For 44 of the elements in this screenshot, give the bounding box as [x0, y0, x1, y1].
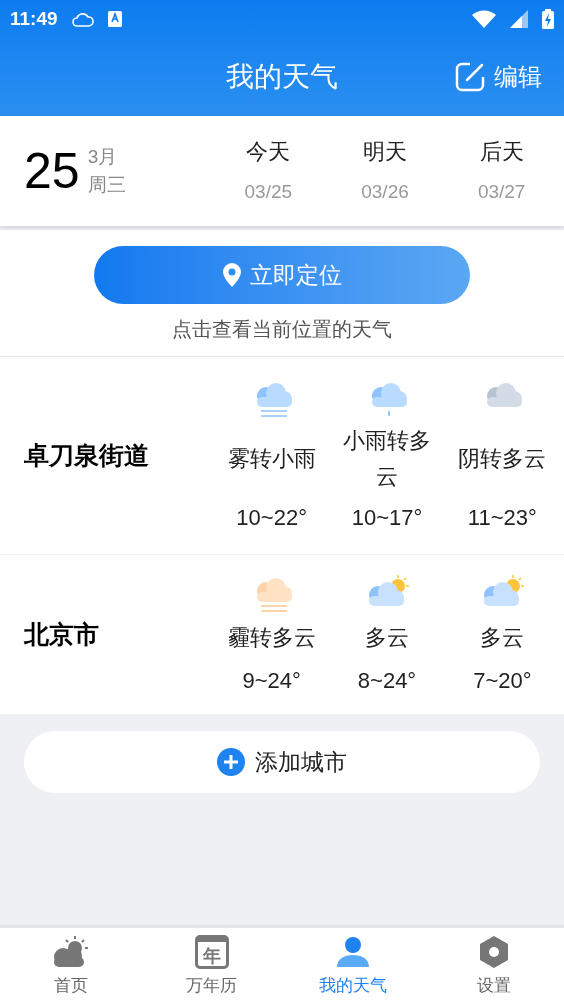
- day-label: 明天: [363, 138, 407, 167]
- date-label: 03/25: [244, 180, 293, 205]
- person-icon: [334, 934, 371, 969]
- temperature-range: 8~24°: [357, 667, 417, 695]
- page-title: 我的天气: [226, 60, 338, 94]
- status-time: 11:49: [10, 6, 58, 31]
- battery-icon: [542, 9, 554, 29]
- weekday-label: 周三: [87, 173, 126, 197]
- date-label: 03/26: [361, 180, 409, 205]
- keyboard-icon: [107, 11, 122, 27]
- weather-text: 雾转小雨: [226, 445, 317, 473]
- nav-tab[interactable]: 我的天气: [282, 928, 423, 1004]
- weather-text: 多云: [479, 624, 526, 652]
- nav-tab[interactable]: 设置: [423, 928, 564, 1004]
- day-number: 25: [24, 141, 80, 201]
- temperature-range: 10~17°: [351, 504, 423, 532]
- location-pin-icon: [222, 263, 242, 287]
- temperature-range: 10~22°: [236, 504, 307, 532]
- weather-text: 小雨转多云: [342, 427, 432, 491]
- edit-button[interactable]: 编辑: [454, 59, 542, 95]
- signal-icon: [510, 10, 528, 28]
- weather-text: 阴转多云: [457, 445, 548, 473]
- cloud-icon: [71, 11, 94, 27]
- weather-text: 霾转多云: [226, 624, 317, 652]
- city-name: 北京市: [22, 618, 100, 650]
- day-label: 后天: [479, 138, 524, 167]
- temperature-range: 9~24°: [242, 667, 301, 695]
- nav-tab[interactable]: 年 万年历: [141, 928, 282, 1004]
- plus-icon: [217, 748, 245, 776]
- locate-button[interactable]: 立即定位: [94, 246, 470, 304]
- city-name: 卓刀泉街道: [23, 439, 150, 471]
- add-city-button[interactable]: 添加城市: [24, 731, 540, 793]
- temperature-range: 7~20°: [473, 667, 532, 695]
- temperature-range: 11~23°: [467, 504, 537, 532]
- settings-icon: [477, 934, 510, 969]
- month-label: 3月: [87, 145, 119, 169]
- nav-tab[interactable]: 首页: [0, 928, 141, 1004]
- calendar-icon: 年: [194, 934, 229, 969]
- locate-hint: 点击查看当前位置的天气: [172, 317, 392, 342]
- edit-icon: [454, 61, 486, 93]
- weather-text: 多云: [364, 624, 410, 652]
- date-label: 03/27: [477, 180, 526, 205]
- wifi-icon: [472, 10, 496, 28]
- day-label: 今天: [246, 138, 291, 167]
